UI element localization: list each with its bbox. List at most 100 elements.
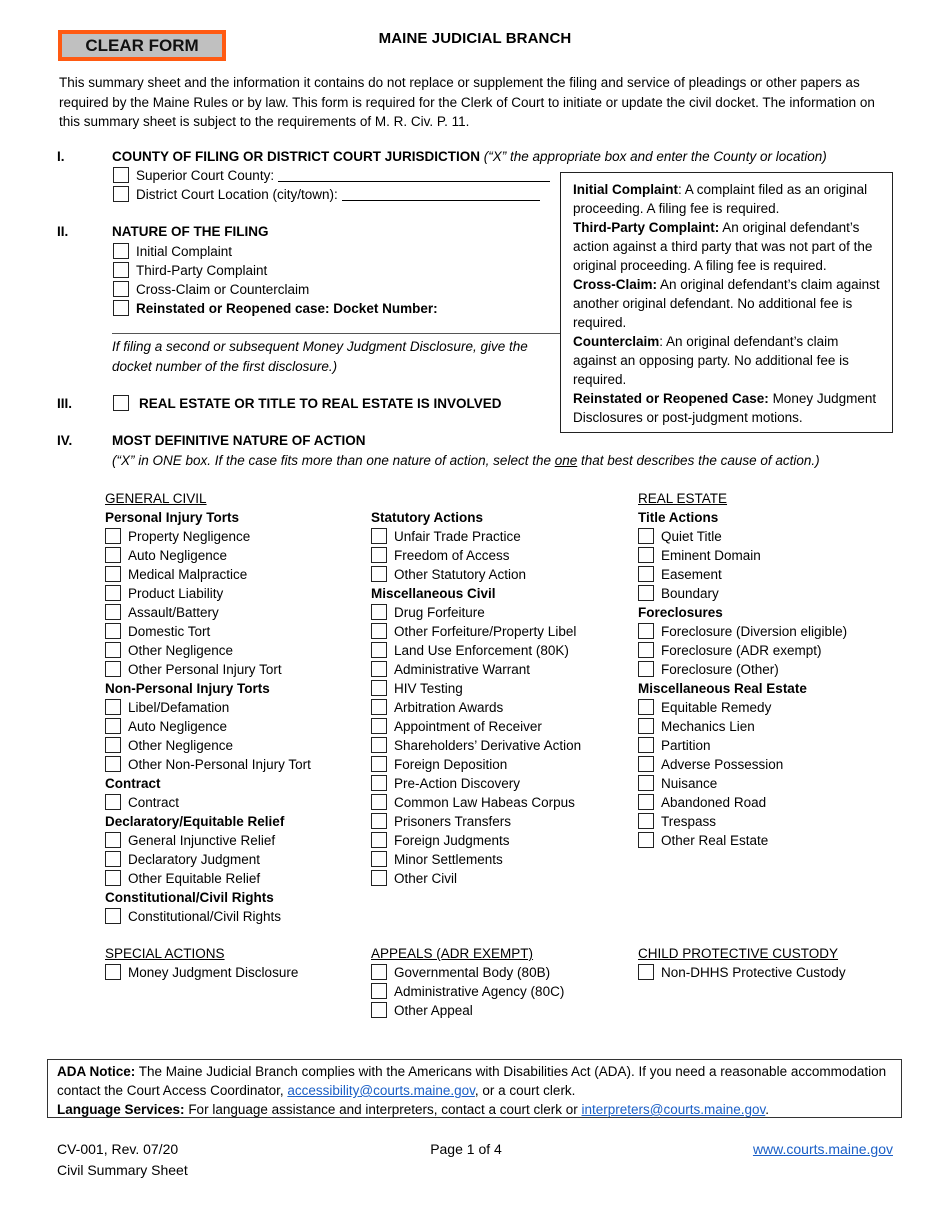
action-option-other-negligence: Other Negligence [105, 641, 311, 660]
initial-complaint-checkbox[interactable] [113, 243, 129, 259]
checkbox[interactable] [105, 718, 121, 734]
option-label: Non-DHHS Protective Custody [661, 965, 846, 980]
cross-claim-checkbox[interactable] [113, 281, 129, 297]
checkbox[interactable] [371, 699, 387, 715]
column-header: GENERAL CIVIL [105, 491, 207, 506]
checkbox[interactable] [371, 604, 387, 620]
checkbox[interactable] [371, 870, 387, 886]
superior-court-county-field[interactable] [277, 169, 550, 182]
checkbox[interactable] [105, 832, 121, 848]
checkbox[interactable] [105, 528, 121, 544]
checkbox[interactable] [638, 832, 654, 848]
section-1-heading: COUNTY OF FILING OR DISTRICT COURT JURIS… [112, 149, 481, 164]
language-services: Language Services: For language assistan… [57, 1100, 892, 1119]
section-4-instruction: (“X” in ONE box. If the case fits more t… [112, 451, 820, 470]
checkbox[interactable] [638, 566, 654, 582]
option-label: Nuisance [661, 776, 718, 791]
checkbox[interactable] [638, 756, 654, 772]
checkbox[interactable] [371, 851, 387, 867]
checkbox[interactable] [105, 623, 121, 639]
option-label: Money Judgment Disclosure [128, 965, 299, 980]
checkbox[interactable] [371, 756, 387, 772]
checkbox[interactable] [371, 661, 387, 677]
option-label: Foreclosure (Diversion eligible) [661, 624, 848, 639]
district-court-checkbox[interactable] [113, 186, 129, 202]
checkbox[interactable] [105, 794, 121, 810]
action-option-other-equitable-relief: Other Equitable Relief [105, 869, 311, 888]
option-label: Other Appeal [394, 1003, 473, 1018]
general-civil-column: GENERAL CIVIL Personal Injury Torts Proper… [105, 489, 311, 926]
option-label: Abandoned Road [661, 795, 767, 810]
real-estate-involved-checkbox[interactable] [113, 395, 129, 411]
checkbox[interactable] [638, 718, 654, 734]
checkbox[interactable] [371, 1002, 387, 1018]
checkbox[interactable] [371, 813, 387, 829]
checkbox[interactable] [105, 642, 121, 658]
option-label: Boundary [661, 586, 719, 601]
checkbox[interactable] [371, 964, 387, 980]
checkbox[interactable] [371, 832, 387, 848]
checkbox[interactable] [371, 794, 387, 810]
checkbox[interactable] [638, 794, 654, 810]
checkbox[interactable] [638, 699, 654, 715]
checkbox[interactable] [638, 623, 654, 639]
action-option-mechanics-lien: Mechanics Lien [638, 717, 847, 736]
group-heading: Contract [105, 776, 161, 791]
checkbox[interactable] [638, 964, 654, 980]
checkbox[interactable] [371, 680, 387, 696]
group-heading: Miscellaneous Real Estate [638, 681, 807, 696]
checkbox[interactable] [105, 870, 121, 886]
checkbox[interactable] [638, 528, 654, 544]
checkbox[interactable] [638, 775, 654, 791]
checkbox[interactable] [105, 604, 121, 620]
interpreters-email-link[interactable]: interpreters@courts.maine.gov [582, 1102, 766, 1117]
superior-court-checkbox[interactable] [113, 167, 129, 183]
action-option-other-negligence: Other Negligence [105, 736, 311, 755]
checkbox[interactable] [371, 528, 387, 544]
district-court-location-field[interactable] [341, 188, 540, 201]
checkbox[interactable] [638, 813, 654, 829]
filing-definitions-box: Initial Complaint: A complaint filed as … [560, 172, 893, 433]
checkbox[interactable] [105, 547, 121, 563]
checkbox[interactable] [105, 737, 121, 753]
checkbox[interactable] [638, 737, 654, 753]
checkbox[interactable] [105, 699, 121, 715]
checkbox[interactable] [105, 661, 121, 677]
checkbox[interactable] [638, 661, 654, 677]
checkbox[interactable] [371, 623, 387, 639]
definition-entry: Counterclaim: An original defendant’s cl… [573, 332, 882, 389]
checkbox[interactable] [371, 547, 387, 563]
option-label: Other Forfeiture/Property Libel [394, 624, 577, 639]
checkbox[interactable] [105, 851, 121, 867]
action-option-declaratory-judgment: Declaratory Judgment [105, 850, 311, 869]
checkbox[interactable] [105, 964, 121, 980]
checkbox[interactable] [105, 585, 121, 601]
checkbox[interactable] [638, 585, 654, 601]
definition-term: Counterclaim [573, 334, 660, 349]
checkbox[interactable] [638, 642, 654, 658]
action-option-adverse-possession: Adverse Possession [638, 755, 847, 774]
checkbox[interactable] [638, 547, 654, 563]
filing-option-third-party: Third-Party Complaint [113, 261, 438, 280]
definition-entry: Cross-Claim: An original defendant’s cla… [573, 275, 882, 332]
accessibility-email-link[interactable]: accessibility@courts.maine.gov [287, 1083, 475, 1098]
checkbox[interactable] [105, 908, 121, 924]
page-title: MAINE JUDICIAL BRANCH [378, 30, 572, 47]
checkbox[interactable] [105, 756, 121, 772]
ada-notice-tail: , or a court clerk. [474, 1083, 576, 1098]
docket-number-field[interactable] [112, 333, 560, 334]
filing-option-cross-claim: Cross-Claim or Counterclaim [113, 280, 438, 299]
checkbox[interactable] [371, 718, 387, 734]
checkbox[interactable] [105, 566, 121, 582]
third-party-complaint-checkbox[interactable] [113, 262, 129, 278]
checkbox[interactable] [371, 642, 387, 658]
checkbox[interactable] [371, 737, 387, 753]
checkbox[interactable] [371, 566, 387, 582]
filing-option-label: Cross-Claim or Counterclaim [136, 282, 310, 297]
checkbox[interactable] [371, 775, 387, 791]
action-option-other-real-estate: Other Real Estate [638, 831, 847, 850]
website-link[interactable]: www.courts.maine.gov [753, 1141, 893, 1157]
reopened-case-checkbox[interactable] [113, 300, 129, 316]
real-estate-column: REAL ESTATE Title Actions Quiet Title Emine… [638, 489, 847, 850]
checkbox[interactable] [371, 983, 387, 999]
